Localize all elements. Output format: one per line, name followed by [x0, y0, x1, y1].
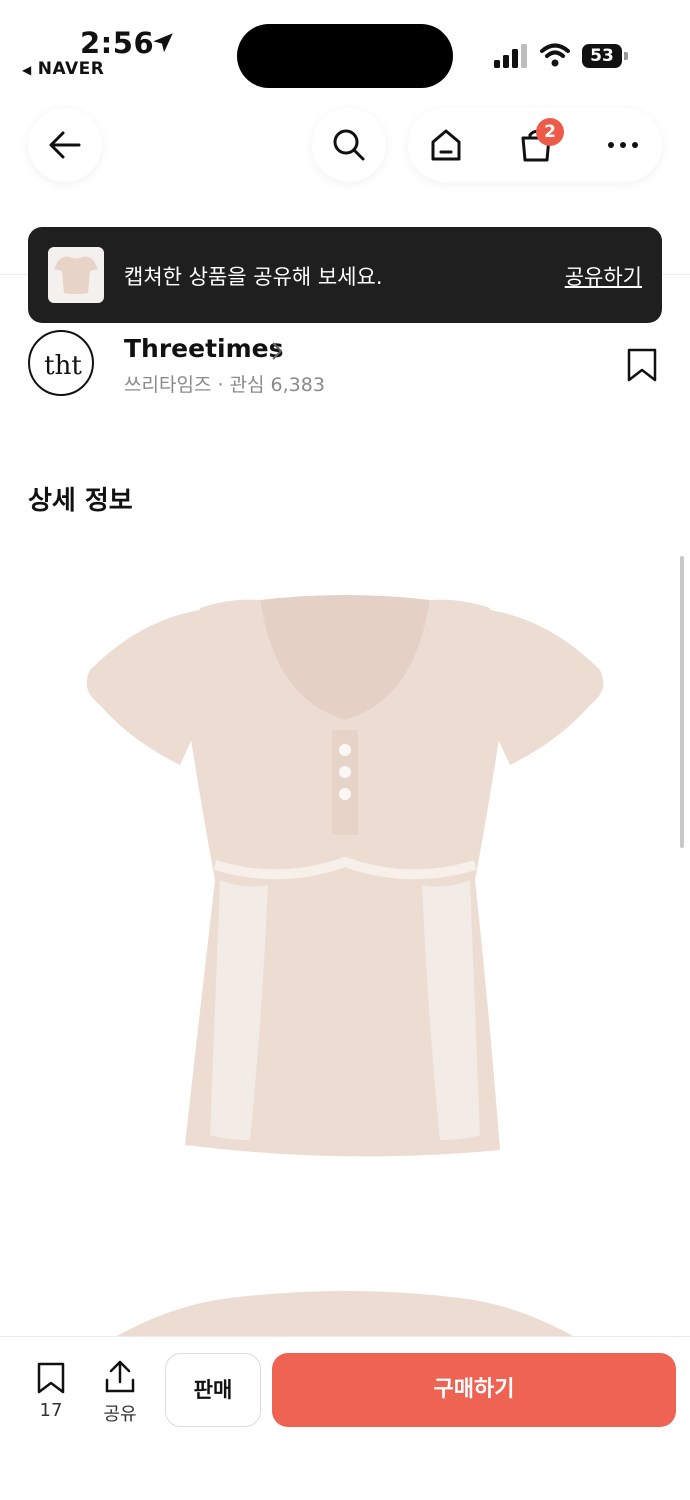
more-icon[interactable] [606, 136, 640, 154]
back-to-app[interactable]: ◀ NAVER [22, 59, 104, 79]
dynamic-island [237, 24, 453, 88]
back-triangle-icon: ◀ [22, 63, 32, 77]
back-button[interactable] [28, 108, 102, 182]
status-time: 2:56 [80, 26, 155, 60]
seller-subtitle: 쓰리타임즈 · 관심 6,383 [124, 374, 325, 396]
bookmark-icon [37, 1362, 65, 1394]
share-icon [105, 1360, 135, 1393]
share-capture-toast: 캡쳐한 상품을 공유해 보세요. 공유하기 [28, 227, 662, 323]
scrollbar[interactable] [680, 556, 684, 848]
cart-count-badge: 2 [536, 118, 564, 146]
seller-name[interactable]: Threetimes [124, 334, 284, 363]
product-image[interactable] [70, 580, 620, 1180]
nav-action-group [408, 108, 662, 182]
battery-icon: 53 [582, 44, 628, 68]
back-app-label: NAVER [37, 59, 105, 79]
toast-message: 캡쳐한 상품을 공유해 보세요. [124, 265, 383, 289]
wifi-icon [540, 43, 570, 67]
bookmark-icon[interactable] [626, 348, 658, 382]
product-image-next[interactable] [110, 1280, 580, 1340]
location-arrow-icon [153, 33, 173, 53]
toast-share-link[interactable]: 공유하기 [565, 261, 642, 291]
buy-button[interactable]: 구매하기 [272, 1353, 676, 1427]
search-button[interactable] [312, 108, 386, 182]
bookmark-count: 17 [39, 1400, 63, 1421]
home-icon[interactable] [428, 127, 464, 163]
detail-section-title: 상세 정보 [28, 486, 133, 516]
svg-text:tht: tht [44, 351, 82, 381]
share-label: 공유 [103, 1404, 137, 1425]
battery-level: 53 [582, 44, 622, 68]
sell-button[interactable]: 판매 [165, 1353, 261, 1427]
back-arrow-icon [49, 131, 81, 159]
toast-product-thumbnail [48, 247, 104, 303]
signal-icon [494, 44, 527, 68]
seller-logo[interactable]: tht [28, 330, 94, 396]
chevron-right-icon[interactable] [270, 341, 284, 361]
search-icon [333, 129, 365, 161]
